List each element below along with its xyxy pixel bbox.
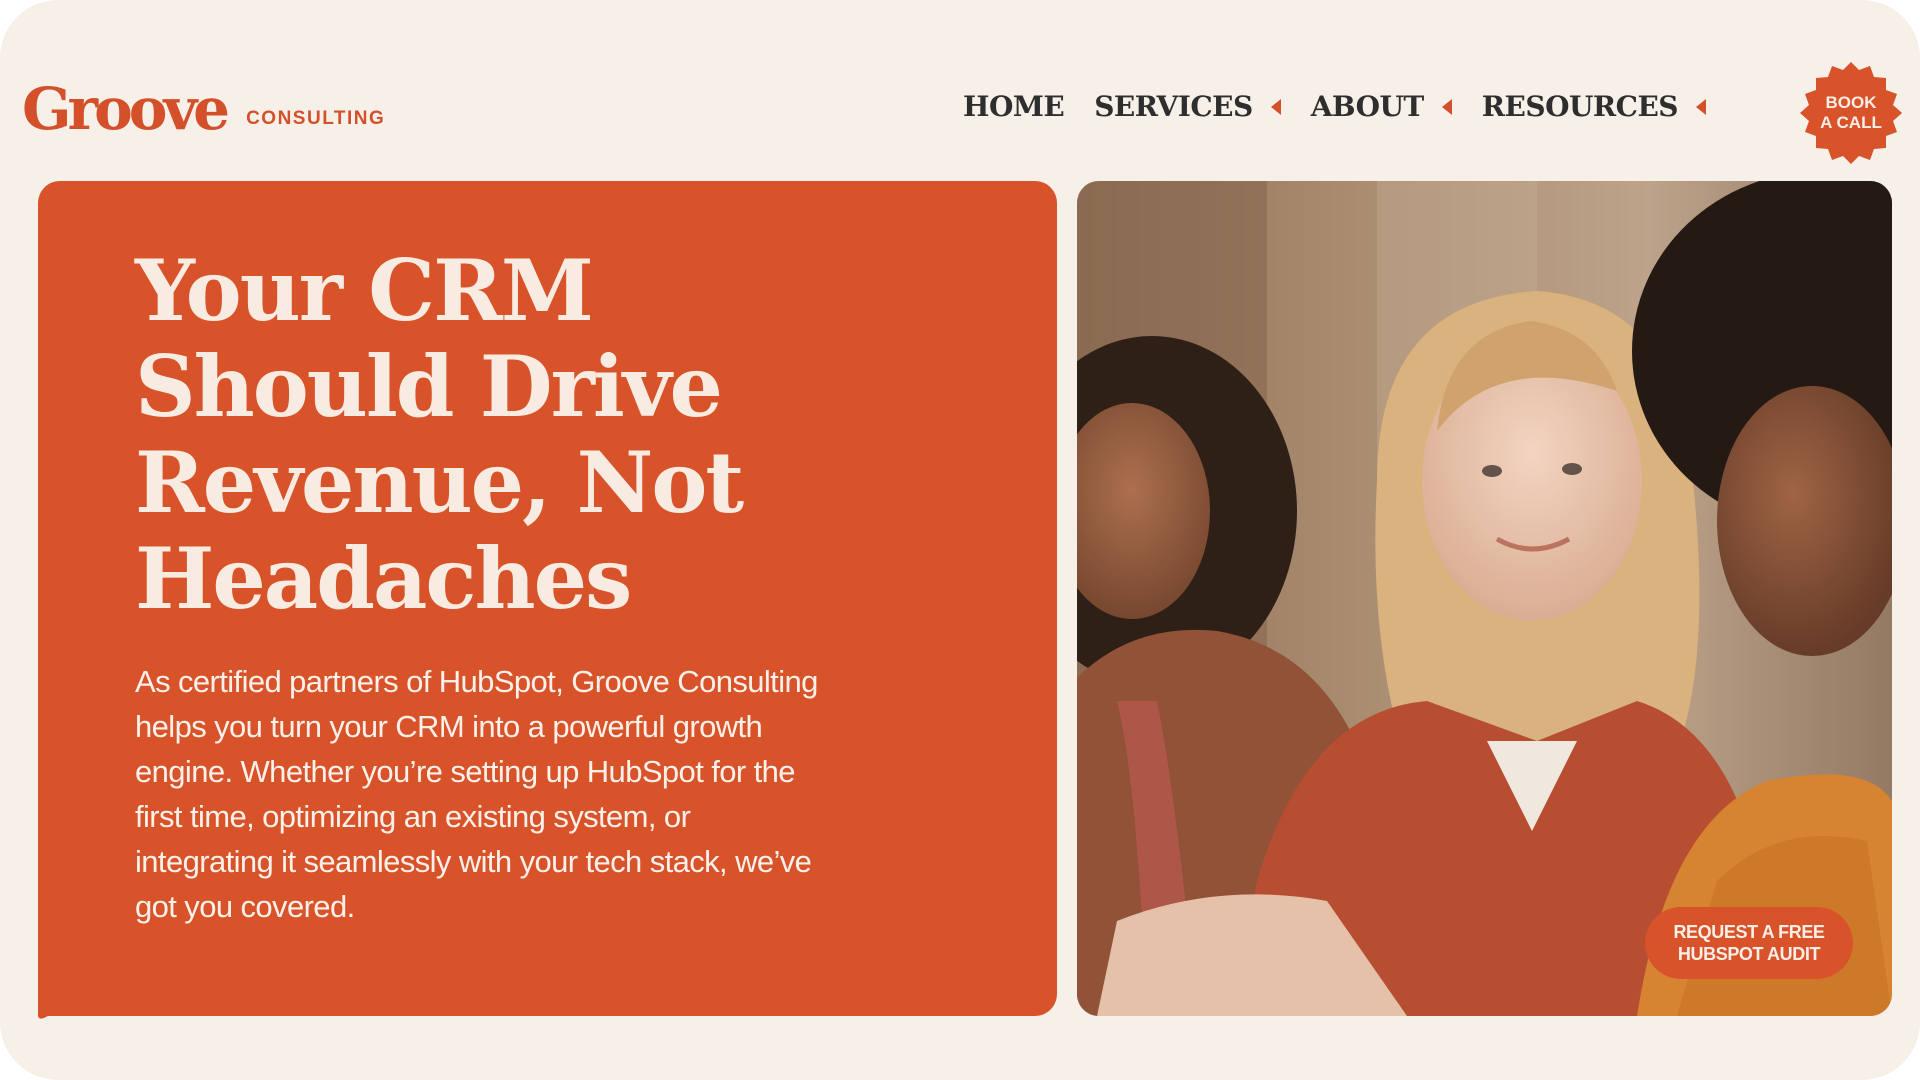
nav-label: ABOUT [1310, 90, 1425, 123]
nav-label: SERVICES [1094, 90, 1253, 123]
book-call-label: BOOK A CALL [1820, 93, 1882, 132]
logo[interactable]: Groove CONSULTING [22, 80, 385, 138]
nav-item-home[interactable]: HOME [963, 90, 1065, 123]
nav-item-services[interactable]: SERVICES [1094, 90, 1281, 123]
page-frame: Groove CONSULTING HOME SERVICES ABOUT RE… [0, 0, 1920, 1080]
logo-subtitle: CONSULTING [246, 108, 386, 129]
caret-left-icon [1441, 98, 1452, 115]
hero-card: Your CRM Should Drive Revenue, Not Heada… [38, 181, 1057, 1016]
main-nav: HOME SERVICES ABOUT RESOURCES [963, 90, 1736, 123]
nav-item-resources[interactable]: RESOURCES [1481, 90, 1707, 123]
hero-description: As certified partners of HubSpot, Groove… [135, 664, 818, 924]
logo-wordmark: Groove [22, 75, 230, 143]
request-audit-button[interactable]: REQUEST A FREE HUBSPOT AUDIT [1645, 907, 1853, 979]
team-photo [1077, 181, 1892, 1016]
book-call-button[interactable]: BOOK A CALL [1796, 58, 1906, 168]
caret-left-icon [1696, 98, 1707, 115]
speech-tail-shape [38, 975, 218, 1019]
nav-item-about[interactable]: ABOUT [1311, 90, 1452, 123]
caret-left-icon [1270, 98, 1281, 115]
nav-label: RESOURCES [1481, 90, 1679, 123]
nav-label: HOME [963, 90, 1065, 123]
hero-title: Your CRM Should Drive Revenue, Not Heada… [135, 241, 744, 628]
team-photo-image [1077, 181, 1892, 1016]
